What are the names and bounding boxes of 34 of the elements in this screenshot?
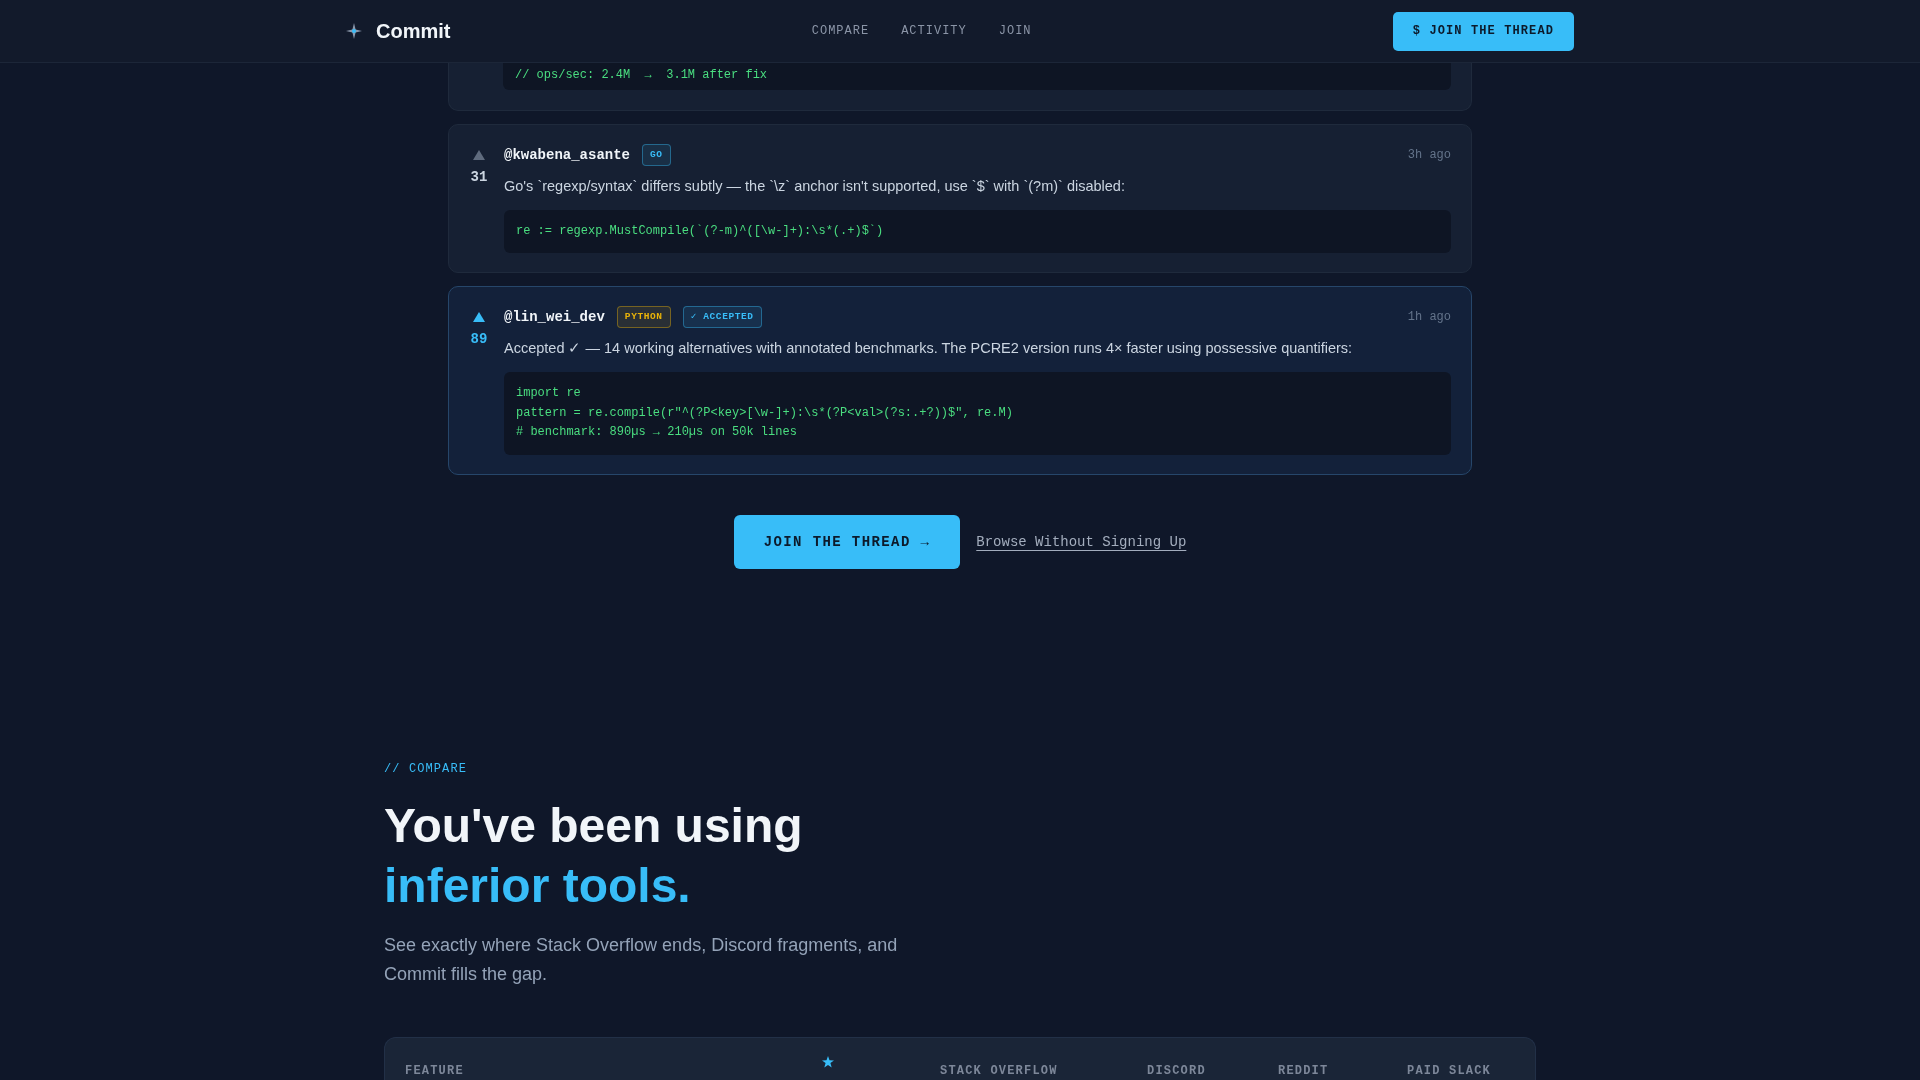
- nav-link[interactable]: COMPARE: [811, 24, 870, 38]
- sparkle-icon: [346, 23, 362, 39]
- section-heading: You've been using: [384, 797, 804, 854]
- code-block: import re pattern = re.compile(r"^(?P<key>[\w-]+):\s*(?P<val>(?s:.+?))$", re.M) # benchmark: 890µs → 210µs on 50k lines: [504, 372, 1451, 455]
- tag-badge: GO: [642, 143, 671, 166]
- star-icon: [822, 1055, 834, 1068]
- column-header: PAID SLACK: [1407, 1064, 1491, 1078]
- answer-text: Accepted ✓ — 14 working alternatives with annotated benchmarks. The PCRE2 version runs 4× faster using possessive quantifiers:: [504, 339, 1354, 358]
- upvote-icon[interactable]: [473, 149, 485, 160]
- username[interactable]: @kwabena_asante: [504, 146, 631, 163]
- brand-name[interactable]: Commit: [376, 19, 451, 43]
- nav-link[interactable]: JOIN: [998, 24, 1032, 38]
- tag-badge: PYTHON: [616, 306, 671, 328]
- answer-text: Go's `regexp/syntax` differs subtly — the `\z` anchor isn't supported, use `$` with `(?m)` disabled:: [504, 176, 1126, 196]
- timestamp: 1h ago: [1407, 310, 1451, 324]
- column-header: FEATURE: [405, 1064, 464, 1078]
- code-block: re := regexp.MustCompile(`(?-m)^([\w-]+):\s*(.+)$`): [504, 209, 1451, 253]
- section-subtitle: See exactly where Stack Overflow ends, Discord fragments, and Commit fills the gap.: [384, 933, 899, 986]
- vote-count: 89: [470, 330, 488, 348]
- join-thread-button[interactable]: JOIN THE THREAD →: [733, 514, 961, 569]
- join-thread-button[interactable]: $ JOIN THE THREAD: [1392, 11, 1574, 51]
- nav-link[interactable]: ACTIVITY: [901, 24, 967, 38]
- tag-badge: ✓ ACCEPTED: [682, 306, 762, 328]
- column-header: DISCORD: [1147, 1064, 1206, 1078]
- column-header: REDDIT: [1278, 1064, 1329, 1078]
- timestamp: 3h ago: [1407, 147, 1451, 162]
- vote-count: 31: [470, 167, 488, 186]
- username[interactable]: @lin_wei_dev: [504, 309, 605, 325]
- section-heading-highlight: inferior tools.: [384, 857, 692, 914]
- code-block: // ops/sec: 2.4M → 3.1M after fix: [503, 63, 1451, 90]
- column-header: STACK OVERFLOW: [940, 1064, 1058, 1078]
- section-label: // COMPARE: [384, 760, 468, 777]
- upvote-icon[interactable]: [473, 312, 485, 322]
- browse-link[interactable]: Browse Without Signing Up: [976, 533, 1187, 550]
